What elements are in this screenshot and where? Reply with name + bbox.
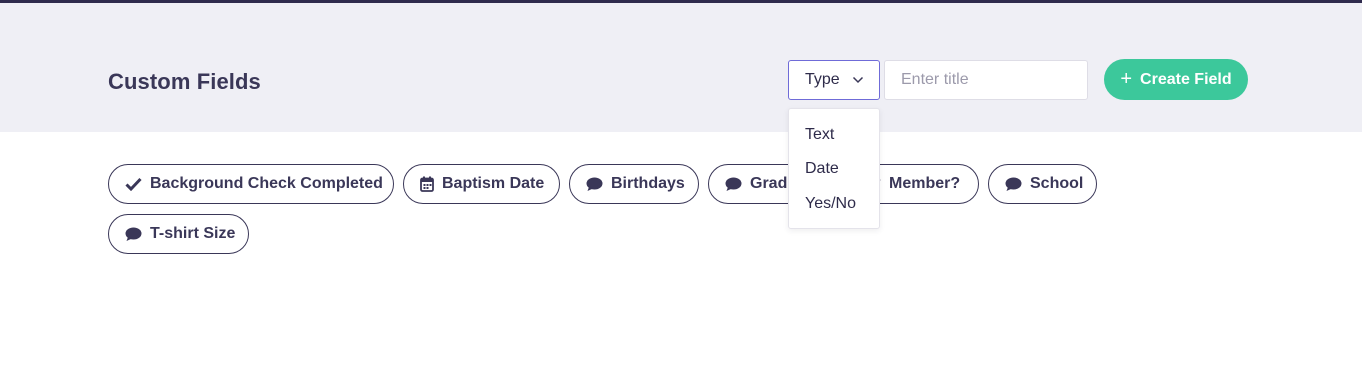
plus-icon: + [1120,67,1133,90]
speech-bubble-icon [725,177,742,191]
field-chip[interactable]: T-shirt Size [108,214,249,254]
speech-bubble-icon [125,227,142,241]
field-chip-label: Birthdays [611,175,685,192]
field-chip[interactable]: School [988,164,1097,204]
calendar-icon [420,176,434,192]
chevron-down-icon [852,76,864,84]
field-chip-label: School [1030,175,1084,192]
check-icon [125,177,142,191]
field-chip-label: Baptism Date [442,175,545,192]
create-field-label: Create Field [1140,70,1232,88]
title-input[interactable] [884,60,1088,100]
page-title: Custom Fields [108,69,261,94]
type-select-label: Type [805,71,840,88]
field-chip-label: T-shirt Size [150,225,236,242]
field-chip-label: Member? [889,175,961,192]
dropdown-option-text[interactable]: Text [805,126,834,144]
field-chip[interactable]: Baptism Date [403,164,560,204]
field-chip-label: Background Check Completed [150,175,383,192]
type-select[interactable]: Type [788,60,880,100]
speech-bubble-icon [1005,177,1022,191]
type-dropdown-menu: Text Date Yes/No [788,108,880,229]
create-field-button[interactable]: + Create Field [1104,59,1248,100]
field-chip[interactable]: Background Check Completed [108,164,394,204]
field-chip[interactable]: Birthdays [569,164,699,204]
speech-bubble-icon [586,177,603,191]
dropdown-option-yes-no[interactable]: Yes/No [805,195,856,213]
dropdown-option-date[interactable]: Date [805,160,839,178]
